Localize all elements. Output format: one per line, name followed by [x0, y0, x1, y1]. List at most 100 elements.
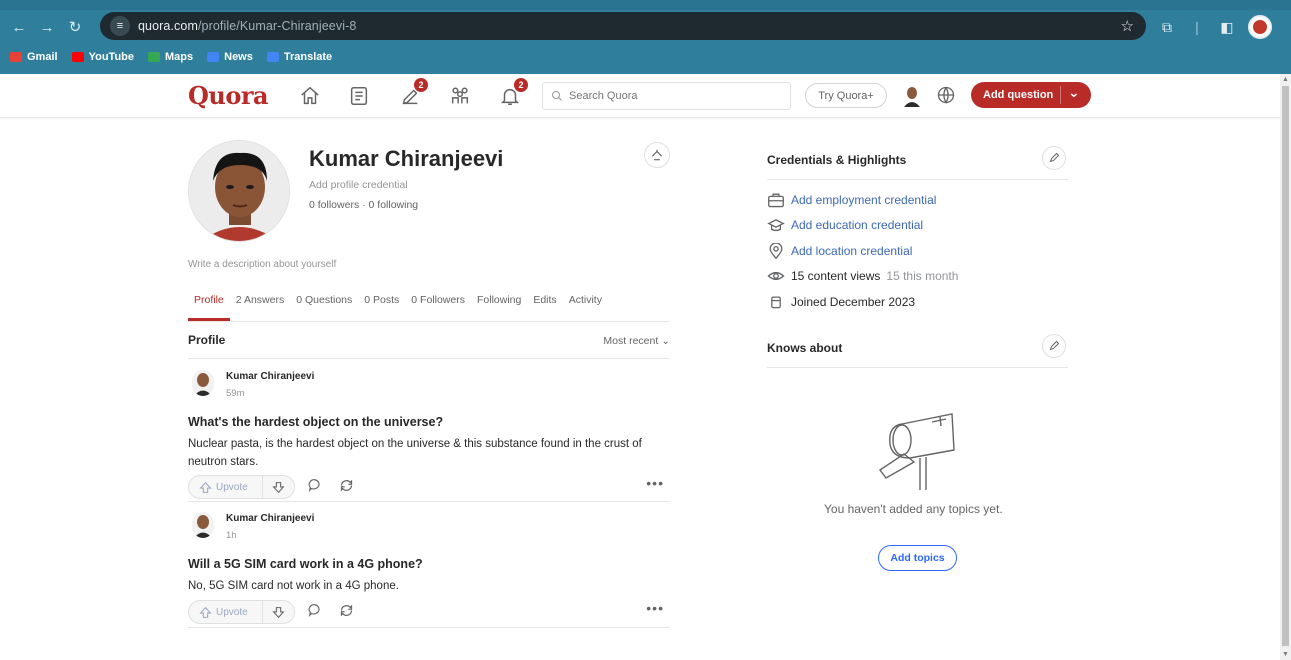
employment-credential-row[interactable]: Add employment credential: [767, 191, 936, 209]
author-avatar[interactable]: [192, 370, 214, 396]
comment-icon[interactable]: [308, 478, 322, 497]
post-timestamp[interactable]: 59m: [226, 388, 244, 399]
add-question-button[interactable]: Add question ⌄: [971, 82, 1091, 108]
news-icon: [207, 52, 220, 62]
page-scrollbar[interactable]: ▲ ▼: [1280, 74, 1291, 660]
bookmark-news[interactable]: News: [207, 51, 253, 63]
edit-credentials-button[interactable]: [1042, 146, 1066, 170]
bookmark-youtube[interactable]: YouTube: [71, 51, 134, 63]
scrollbar-thumb[interactable]: [1282, 86, 1289, 646]
bookmark-label: YouTube: [88, 51, 134, 63]
profile-tabs: Profile 2 Answers 0 Questions 0 Posts 0 Foll…: [188, 292, 670, 322]
home-icon[interactable]: [297, 83, 323, 109]
author-avatar[interactable]: [192, 512, 214, 538]
post-author-name[interactable]: Kumar Chiranjeevi: [226, 371, 314, 382]
chevron-down-icon: ⌄: [661, 335, 670, 347]
add-education-link[interactable]: Add education credential: [791, 218, 923, 232]
tab-activity[interactable]: Activity: [563, 292, 608, 321]
tab-following[interactable]: Following: [471, 292, 527, 321]
follow-stats[interactable]: 0 followers · 0 following: [309, 199, 418, 211]
language-globe-icon[interactable]: [936, 85, 956, 110]
scroll-up-arrow-icon[interactable]: ▲: [1282, 76, 1289, 83]
answer-icon[interactable]: 2: [397, 78, 428, 109]
feed-title: Profile: [188, 333, 226, 347]
scroll-down-arrow-icon[interactable]: ▼: [1282, 651, 1289, 658]
bookmark-label: Translate: [283, 51, 333, 63]
browser-menu-icon[interactable]: ⋮: [1284, 19, 1291, 36]
bookmark-star-icon[interactable]: ☆: [1121, 17, 1134, 35]
credentials-title: Credentials & Highlights: [767, 153, 907, 167]
add-employment-link[interactable]: Add employment credential: [791, 193, 936, 207]
briefcase-icon: [768, 193, 784, 208]
post-question[interactable]: Will a 5G SIM card work in a 4G phone?: [188, 557, 423, 571]
write-description-link[interactable]: Write a description about yourself: [188, 259, 336, 270]
share-profile-button[interactable]: [644, 142, 670, 168]
quora-logo[interactable]: Quora: [188, 81, 269, 110]
more-options-icon[interactable]: •••: [646, 600, 664, 616]
downvote-button[interactable]: [263, 481, 293, 494]
knows-about-panel: Knows about: [767, 334, 1068, 368]
upvote-button[interactable]: Upvote: [189, 476, 263, 498]
vote-group: Upvote: [188, 475, 295, 499]
comment-icon[interactable]: [308, 603, 322, 622]
downvote-arrow-icon: [271, 481, 285, 493]
knows-about-header: Knows about: [767, 334, 1068, 368]
share-reshare-icon[interactable]: [339, 603, 354, 623]
downvote-arrow-icon: [271, 606, 285, 618]
post-question[interactable]: What's the hardest object on the univers…: [188, 415, 443, 429]
reload-icon[interactable]: ↻: [64, 16, 86, 38]
post-answer-text[interactable]: No, 5G SIM card not work in a 4G phone.: [188, 577, 658, 595]
gmail-icon: [10, 52, 22, 62]
feed-post: Kumar Chiranjeevi 59m What's the hardest…: [188, 370, 670, 502]
downvote-button[interactable]: [263, 606, 293, 619]
tab-0-posts[interactable]: 0 Posts: [358, 292, 405, 321]
site-info-icon[interactable]: ≡: [110, 16, 130, 36]
tab-profile[interactable]: Profile: [188, 292, 230, 321]
header-avatar[interactable]: [902, 85, 922, 107]
notifications-bell-icon[interactable]: 2: [497, 78, 528, 109]
tab-2-answers[interactable]: 2 Answers: [230, 292, 290, 321]
add-topics-button[interactable]: Add topics: [878, 545, 957, 571]
bookmark-gmail[interactable]: Gmail: [10, 51, 58, 63]
tab-0-questions[interactable]: 0 Questions: [290, 292, 358, 321]
add-question-divider: [1060, 86, 1061, 104]
profile-photo[interactable]: [188, 140, 290, 242]
location-credential-row[interactable]: Add location credential: [767, 242, 912, 260]
joined-date: Joined December 2023: [791, 295, 916, 309]
forward-icon[interactable]: →: [36, 16, 58, 38]
chevron-down-icon[interactable]: ⌄: [1068, 84, 1080, 101]
sort-dropdown[interactable]: Most recent ⌄: [603, 335, 670, 347]
bookmark-translate[interactable]: Translate: [266, 51, 333, 63]
back-icon[interactable]: ←: [8, 16, 30, 38]
credentials-panel: Credentials & Highlights Add employment …: [767, 146, 1068, 310]
edit-topics-button[interactable]: [1042, 334, 1066, 358]
tab-0-followers[interactable]: 0 Followers: [405, 292, 471, 321]
post-author-name[interactable]: Kumar Chiranjeevi: [226, 513, 314, 524]
address-bar[interactable]: ≡ quora.com/profile/Kumar-Chiranjeevi-8 …: [100, 12, 1146, 40]
spaces-icon[interactable]: [447, 83, 473, 109]
bookmark-maps[interactable]: Maps: [148, 51, 193, 63]
search-icon: [552, 91, 562, 101]
search-input[interactable]: [569, 90, 769, 102]
add-profile-credential-link[interactable]: Add profile credential: [309, 179, 408, 191]
upvote-button[interactable]: Upvote: [189, 601, 263, 623]
browser-profile-avatar[interactable]: [1248, 15, 1272, 39]
pencil-icon: [1049, 152, 1060, 163]
bookmark-label: News: [224, 51, 253, 63]
add-location-link[interactable]: Add location credential: [791, 244, 912, 258]
tab-edits[interactable]: Edits: [527, 292, 562, 321]
try-quora-plus-button[interactable]: Try Quora+: [805, 83, 887, 108]
share-reshare-icon[interactable]: [339, 478, 354, 498]
search-box[interactable]: [542, 82, 791, 110]
following-feed-icon[interactable]: [346, 83, 372, 109]
post-timestamp[interactable]: 1h: [226, 530, 237, 541]
more-options-icon[interactable]: •••: [646, 475, 664, 491]
content-views-month: 15 this month: [886, 269, 959, 283]
mailbox-illustration: [874, 410, 960, 495]
side-panel-icon[interactable]: ◧: [1218, 19, 1236, 36]
upvote-label: Upvote: [216, 481, 248, 493]
extensions-icon[interactable]: ⧉: [1158, 19, 1176, 36]
post-answer-text[interactable]: Nuclear pasta, is the hardest object on …: [188, 435, 658, 471]
bell-badge: 2: [514, 78, 528, 92]
education-credential-row[interactable]: Add education credential: [767, 216, 923, 234]
